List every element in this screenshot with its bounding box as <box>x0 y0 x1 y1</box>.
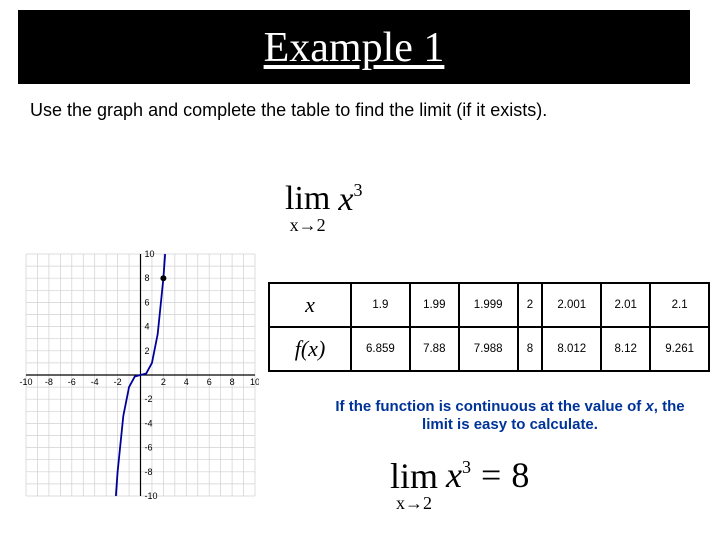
svg-text:-6: -6 <box>68 377 76 387</box>
limit-expression: lim x→2 x3 <box>285 180 362 235</box>
table-x-cell: 2.001 <box>542 283 601 327</box>
svg-text:6: 6 <box>145 297 150 307</box>
lim-subscript: x→2 <box>396 493 432 513</box>
table-x-cell: 1.999 <box>459 283 518 327</box>
slide-title: Example 1 <box>18 10 690 84</box>
equals-sign: = <box>481 454 501 496</box>
svg-text:4: 4 <box>184 377 189 387</box>
instruction-text: Use the graph and complete the table to … <box>30 100 720 121</box>
fx-row-header: f(x) <box>269 327 351 371</box>
svg-text:8: 8 <box>145 273 150 283</box>
lim-word: lim <box>285 180 330 217</box>
svg-text:8: 8 <box>230 377 235 387</box>
svg-text:-2: -2 <box>145 394 153 404</box>
lim-word: lim <box>390 456 438 496</box>
table-fx-cell: 9.261 <box>650 327 709 371</box>
lim-subscript: x→2 <box>290 215 326 235</box>
svg-text:-4: -4 <box>91 377 99 387</box>
svg-text:-4: -4 <box>145 418 153 428</box>
limit-result-expression: lim x→2 x3 = 8 <box>390 454 529 513</box>
table-x-cell: 1.9 <box>351 283 410 327</box>
value-table: x 1.91.991.99922.0012.012.1 f(x) 6.8597.… <box>268 282 710 372</box>
function-graph: -10 -8 -6 -4 -2 2 4 6 8 10 -10 -8 -6 -4 -2 2 4 6 8 10 <box>4 250 259 500</box>
table-fx-cell: 8.012 <box>542 327 601 371</box>
svg-text:-10: -10 <box>145 491 158 500</box>
svg-text:-10: -10 <box>19 377 32 387</box>
svg-text:-2: -2 <box>114 377 122 387</box>
svg-text:2: 2 <box>161 377 166 387</box>
table-fx-cell: 6.859 <box>351 327 410 371</box>
table-x-cell: 2.1 <box>650 283 709 327</box>
limit-answer: 8 <box>511 454 529 496</box>
table-fx-cell: 7.88 <box>410 327 459 371</box>
svg-text:6: 6 <box>207 377 212 387</box>
svg-text:-8: -8 <box>45 377 53 387</box>
x-row-header: x <box>269 283 351 327</box>
svg-text:2: 2 <box>145 346 150 356</box>
table-x-cell: 1.99 <box>410 283 459 327</box>
continuity-note: If the function is continuous at the val… <box>320 398 700 434</box>
svg-text:4: 4 <box>145 322 150 332</box>
svg-text:-6: -6 <box>145 443 153 453</box>
svg-text:-8: -8 <box>145 467 153 477</box>
table-x-cell: 2.01 <box>601 283 650 327</box>
lim-argument: x3 <box>338 180 362 219</box>
table-fx-cell: 8 <box>518 327 543 371</box>
table-x-cell: 2 <box>518 283 543 327</box>
svg-text:10: 10 <box>250 377 259 387</box>
table-fx-cell: 8.12 <box>601 327 650 371</box>
lim-argument: x3 <box>446 454 471 496</box>
svg-text:10: 10 <box>145 250 155 259</box>
table-fx-cell: 7.988 <box>459 327 518 371</box>
